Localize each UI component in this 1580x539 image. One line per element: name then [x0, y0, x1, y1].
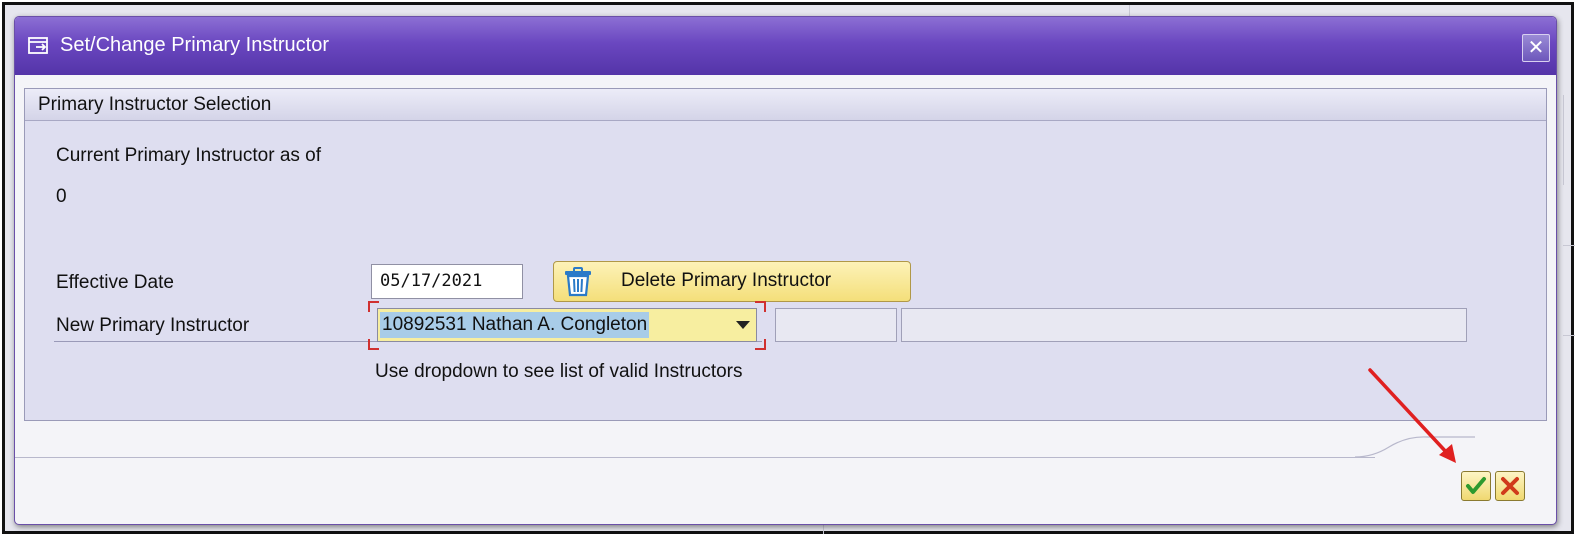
- delete-primary-instructor-button[interactable]: Delete Primary Instructor: [553, 261, 911, 302]
- close-icon[interactable]: ✕: [1522, 34, 1550, 62]
- effective-date-input[interactable]: 05/17/2021: [371, 264, 523, 299]
- cancel-x-icon: [1501, 477, 1519, 495]
- background-divider: [1563, 245, 1575, 246]
- delete-button-label: Delete Primary Instructor: [621, 270, 832, 291]
- dropdown-hint: Use dropdown to see list of valid Instru…: [375, 361, 743, 382]
- effective-date-label: Effective Date: [56, 272, 174, 293]
- chevron-down-icon[interactable]: [736, 321, 750, 329]
- current-instructor-label: Current Primary Instructor as of: [56, 145, 322, 166]
- background-divider: [1563, 335, 1575, 336]
- primary-instructor-selection-group: Primary Instructor Selection Current Pri…: [24, 88, 1547, 421]
- instructor-id-field: [775, 308, 897, 342]
- cancel-button[interactable]: [1495, 471, 1525, 501]
- dialog-title: Set/Change Primary Instructor: [60, 34, 329, 56]
- new-instructor-selected-value: 10892531 Nathan A. Congleton: [380, 312, 650, 338]
- group-title: Primary Instructor Selection: [38, 94, 272, 115]
- confirm-button[interactable]: [1461, 471, 1491, 501]
- footer-divider-curve: [1355, 436, 1475, 458]
- new-instructor-label: New Primary Instructor: [56, 315, 250, 336]
- trash-icon: [565, 267, 591, 297]
- instructor-name-field: [901, 308, 1467, 342]
- dialog-window-icon: [28, 37, 48, 54]
- background-divider: [1563, 95, 1564, 185]
- footer-divider: [15, 457, 1375, 458]
- new-instructor-dropdown[interactable]: 10892531 Nathan A. Congleton: [377, 308, 757, 342]
- dialog-titlebar[interactable]: Set/Change Primary Instructor ✕: [15, 17, 1556, 75]
- set-change-primary-instructor-dialog: Set/Change Primary Instructor ✕ Primary …: [14, 16, 1557, 525]
- group-header: Primary Instructor Selection: [25, 89, 1546, 121]
- current-instructor-value: 0: [56, 186, 67, 207]
- checkmark-icon: [1466, 477, 1486, 494]
